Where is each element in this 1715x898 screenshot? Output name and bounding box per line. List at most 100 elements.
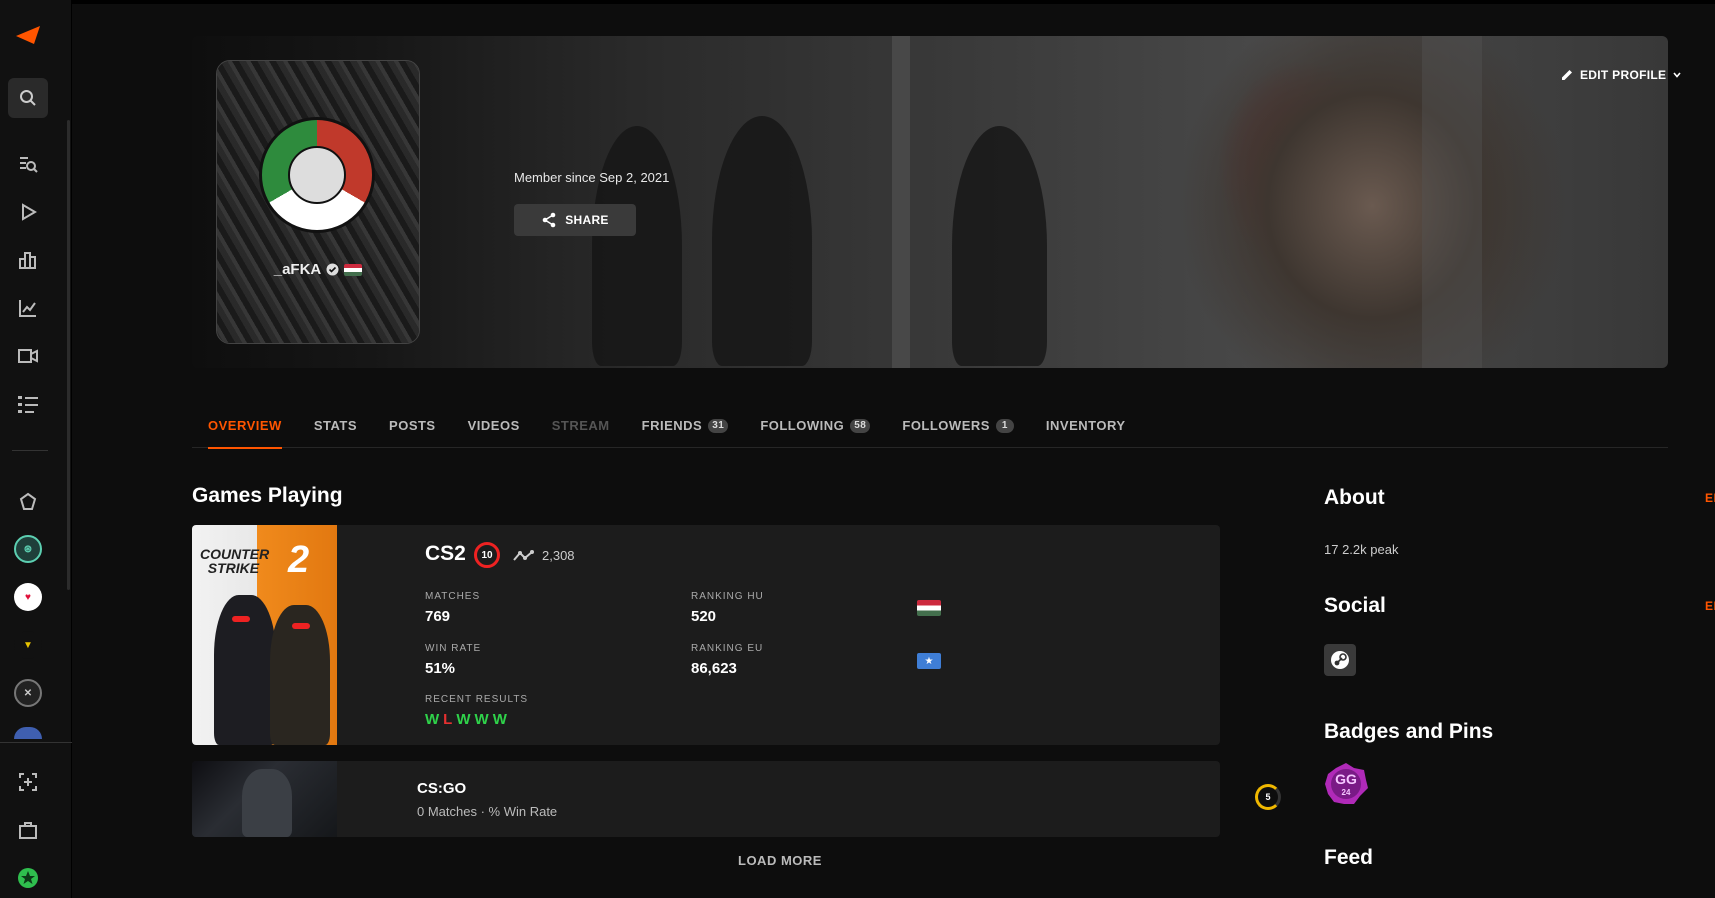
hubs-icon[interactable] bbox=[12, 486, 44, 518]
search-icon[interactable] bbox=[8, 78, 48, 118]
premium-star-icon[interactable] bbox=[12, 862, 44, 894]
result-item: W bbox=[492, 711, 507, 728]
org-esea-icon[interactable]: ⊛ bbox=[14, 535, 42, 563]
main-content: _aFKA Member since Sep 2, 2021 SHARE EDI… bbox=[72, 0, 1715, 898]
svg-text:24: 24 bbox=[1342, 788, 1351, 797]
edit-profile-label: EDIT PROFILE bbox=[1580, 68, 1667, 82]
about-text: 17 2.2k peak bbox=[1324, 542, 1399, 557]
find-match-icon[interactable] bbox=[12, 148, 44, 180]
briefcase-icon[interactable] bbox=[12, 814, 44, 846]
username-row: _aFKA bbox=[217, 261, 419, 278]
banner-figure bbox=[712, 116, 812, 366]
avatar-card[interactable]: _aFKA bbox=[216, 60, 420, 344]
elo-display: 2,308 bbox=[512, 548, 575, 563]
csgo-game-card[interactable] bbox=[192, 761, 1220, 837]
cs2-game-card[interactable]: COUNTER STRIKE 2 bbox=[192, 525, 1220, 745]
stats-icon[interactable] bbox=[12, 292, 44, 324]
tab-videos[interactable]: VIDEOS bbox=[452, 404, 536, 448]
elo-icon bbox=[513, 549, 534, 561]
tab-following[interactable]: FOLLOWING 58 bbox=[744, 404, 886, 448]
member-since: Member since Sep 2, 2021 bbox=[514, 170, 670, 185]
verified-icon bbox=[326, 263, 339, 276]
matches-value: 769 bbox=[425, 608, 451, 625]
org-grey-icon[interactable]: ✕ bbox=[14, 679, 42, 707]
social-edit-link[interactable]: EDIT bbox=[1705, 599, 1715, 613]
badges-title: Badges and Pins bbox=[1324, 720, 1494, 743]
tab-overview[interactable]: OVERVIEW bbox=[192, 404, 298, 449]
share-button[interactable]: SHARE bbox=[514, 204, 636, 236]
eu-flag-icon: ★ bbox=[917, 653, 941, 669]
org-red-shield-icon[interactable]: ♥ bbox=[14, 583, 42, 611]
left-rail: ⊛ ♥ ▼ ✕ bbox=[0, 0, 72, 898]
result-item: W bbox=[425, 711, 440, 728]
tab-posts[interactable]: POSTS bbox=[373, 404, 452, 448]
rail-divider-bottom bbox=[0, 742, 72, 743]
banner-figure bbox=[952, 126, 1047, 366]
video-icon[interactable] bbox=[12, 340, 44, 372]
followers-count-badge: 1 bbox=[995, 418, 1014, 433]
username: _aFKA bbox=[273, 261, 322, 278]
tab-inventory[interactable]: INVENTORY bbox=[1030, 404, 1142, 448]
tab-friends[interactable]: FRIENDS 31 bbox=[626, 404, 745, 448]
pencil-icon bbox=[1562, 70, 1572, 80]
feed-title: Feed bbox=[1324, 846, 1374, 869]
winrate-label: WIN RATE bbox=[425, 643, 482, 654]
csgo-title: CS:GO bbox=[417, 780, 467, 797]
avatar-emblem bbox=[259, 117, 375, 233]
share-icon bbox=[542, 212, 556, 228]
leaderboard-icon[interactable] bbox=[12, 244, 44, 276]
result-item: L bbox=[443, 711, 453, 728]
cs2-cover-art: COUNTER STRIKE 2 bbox=[192, 525, 337, 745]
steam-icon bbox=[1331, 651, 1349, 669]
cs2-title: CS2 bbox=[425, 542, 466, 565]
rail-divider bbox=[12, 450, 48, 451]
friends-count-badge: 31 bbox=[708, 418, 729, 433]
load-more-button[interactable]: LOAD MORE bbox=[738, 853, 822, 868]
play-icon[interactable] bbox=[12, 196, 44, 228]
ranking-hu-value: 520 bbox=[691, 608, 717, 625]
banner-figure bbox=[592, 126, 682, 366]
tab-stream[interactable]: STREAM bbox=[536, 404, 626, 448]
result-item: W bbox=[474, 711, 489, 728]
steam-link[interactable] bbox=[1324, 644, 1356, 676]
about-title: About bbox=[1324, 486, 1385, 509]
cs2-art-text: COUNTER STRIKE bbox=[200, 546, 270, 576]
skill-level-10-icon: 10 bbox=[474, 542, 500, 568]
org-yellow-icon[interactable]: ▼ bbox=[14, 631, 42, 659]
list-icon[interactable] bbox=[12, 388, 44, 420]
following-count-badge: 58 bbox=[850, 418, 871, 433]
cs2-art-number: 2 bbox=[288, 539, 310, 581]
ranking-eu-label: RANKING EU bbox=[691, 643, 764, 654]
games-playing-title: Games Playing bbox=[192, 484, 343, 507]
org-blue-icon[interactable] bbox=[14, 727, 42, 739]
tab-stats[interactable]: STATS bbox=[298, 404, 373, 448]
banner-wall-light bbox=[1422, 36, 1482, 368]
winrate-value: 51% bbox=[425, 660, 456, 677]
elo-value: 2,308 bbox=[542, 548, 575, 563]
hu-flag-icon bbox=[917, 600, 941, 616]
edit-profile-button[interactable]: EDIT PROFILE bbox=[1560, 68, 1682, 82]
social-title: Social bbox=[1324, 594, 1386, 617]
tab-followers[interactable]: FOLLOWERS 1 bbox=[886, 404, 1030, 448]
ranking-hu-label: RANKING HU bbox=[691, 591, 764, 602]
rail-scrollbar[interactable] bbox=[67, 120, 70, 590]
ranking-eu-value: 86,623 bbox=[691, 660, 737, 677]
csgo-cover-art bbox=[192, 761, 337, 837]
country-flag-hu-icon bbox=[344, 263, 363, 276]
banner-wall-light bbox=[892, 36, 910, 368]
recent-results-label: RECENT RESULTS bbox=[425, 694, 529, 705]
chevron-down-icon bbox=[1673, 72, 1681, 78]
share-label: SHARE bbox=[565, 213, 609, 227]
gg-badge-icon[interactable]: GG 24 bbox=[1324, 762, 1368, 806]
result-item: W bbox=[456, 711, 471, 728]
faceit-logo-icon[interactable] bbox=[14, 24, 42, 46]
add-widget-icon[interactable] bbox=[12, 766, 44, 798]
profile-tabs: OVERVIEW STATS POSTS VIDEOS STREAM FRIEN… bbox=[192, 404, 1668, 449]
svg-text:GG: GG bbox=[1335, 771, 1357, 787]
about-edit-link[interactable]: EDIT bbox=[1705, 491, 1715, 505]
top-bar bbox=[72, 0, 1715, 4]
matches-label: MATCHES bbox=[425, 591, 481, 602]
recent-results: W L W W W bbox=[425, 711, 507, 728]
csgo-subtitle: 0 Matches · % Win Rate bbox=[417, 804, 558, 819]
skill-level-5-icon: 5 bbox=[1255, 784, 1281, 810]
